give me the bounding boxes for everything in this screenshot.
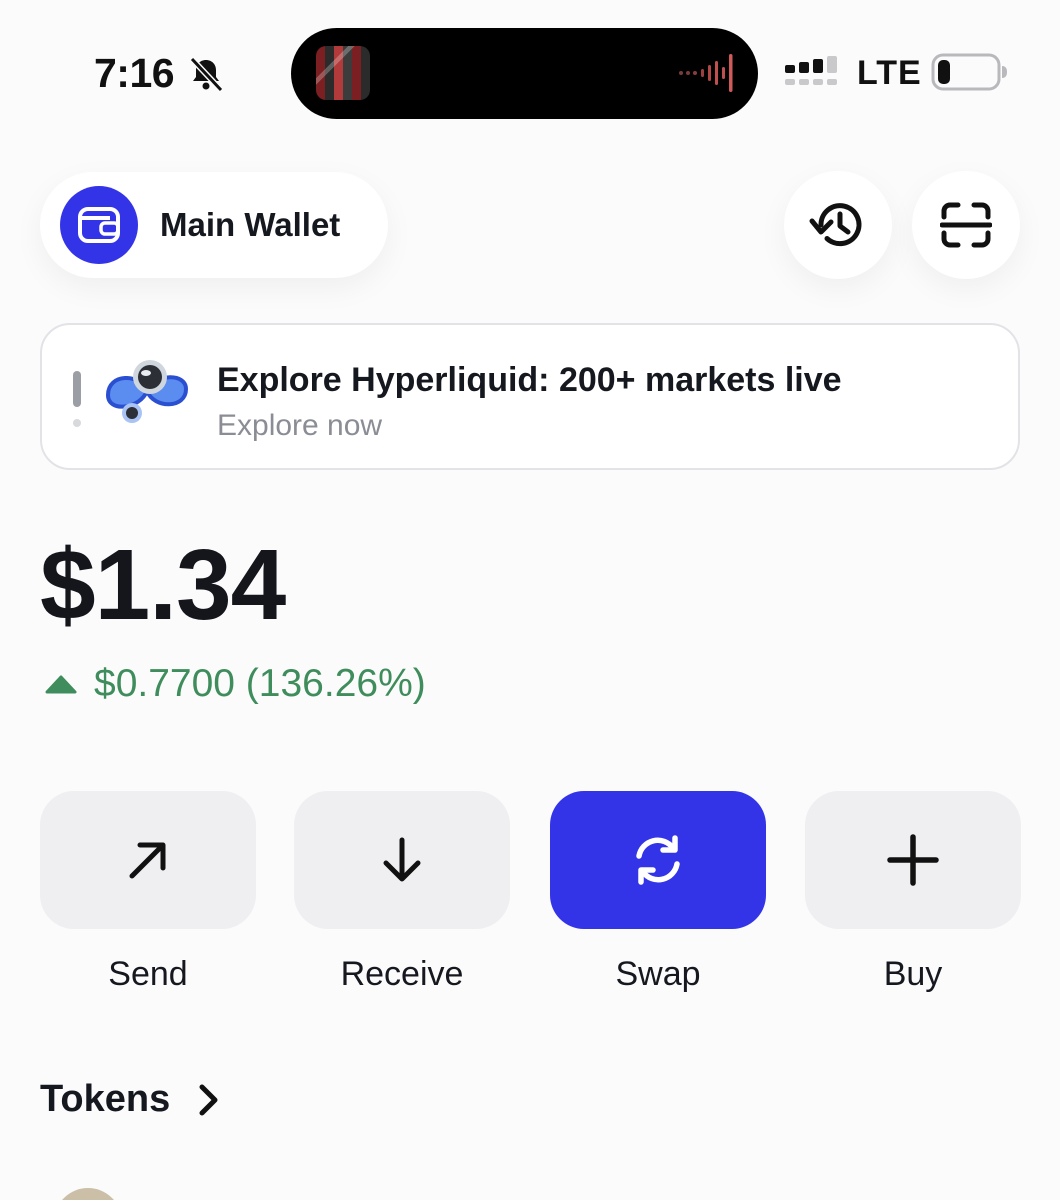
receive-action[interactable]: Receive [294, 791, 510, 994]
waveform-icon [679, 54, 733, 92]
bell-slash-icon [189, 56, 224, 93]
swap-button[interactable] [550, 791, 766, 929]
buy-action[interactable]: Buy [805, 791, 1021, 994]
wallet-selector[interactable]: Main Wallet [40, 172, 388, 278]
now-playing-artwork [316, 46, 370, 100]
send-action[interactable]: Send [40, 791, 256, 994]
swap-action[interactable]: Swap [550, 791, 766, 994]
dynamic-island[interactable] [291, 28, 758, 119]
arrow-down-icon [383, 837, 421, 882]
wallet-icon [60, 186, 138, 264]
swap-icon [636, 835, 680, 885]
receive-button[interactable] [294, 791, 510, 929]
tokens-title: Tokens [40, 1078, 171, 1120]
banner-title: Explore Hyperliquid: 200+ markets live [217, 361, 842, 399]
history-button[interactable] [784, 171, 892, 279]
plus-icon [887, 834, 939, 886]
token-icon [54, 1188, 122, 1200]
status-time: 7:16 [94, 50, 175, 96]
receive-label: Receive [340, 955, 464, 993]
swap-label: Swap [615, 955, 701, 993]
balance-change-value: $0.7700 (136.26%) [94, 662, 426, 705]
wallet-name: Main Wallet [160, 206, 341, 243]
balance-change: $0.7700 (136.26%) [44, 662, 426, 706]
tokens-header[interactable]: Tokens [40, 1078, 222, 1121]
triangle-up-icon [45, 675, 77, 694]
network-type: LTE [857, 54, 922, 92]
buy-button[interactable] [805, 791, 1021, 929]
wallet-home-screen: 7:16 LTE Main Wallet Explore Hyperliquid… [0, 0, 1060, 1200]
scan-button[interactable] [912, 171, 1020, 279]
buy-label: Buy [883, 955, 943, 993]
scan-icon [940, 202, 992, 248]
signal-icon [785, 56, 837, 85]
chevron-right-icon [199, 1084, 218, 1115]
banner-pager [72, 371, 82, 431]
battery-icon [931, 53, 1007, 91]
arrow-up-right-icon [129, 842, 166, 879]
history-icon [809, 203, 862, 247]
total-balance: $1.34 [40, 529, 286, 641]
banner-subtitle[interactable]: Explore now [217, 409, 382, 443]
hyperliquid-logo [105, 360, 189, 423]
send-label: Send [108, 955, 188, 993]
promo-banner[interactable]: Explore Hyperliquid: 200+ markets live E… [40, 323, 1020, 470]
send-button[interactable] [40, 791, 256, 929]
